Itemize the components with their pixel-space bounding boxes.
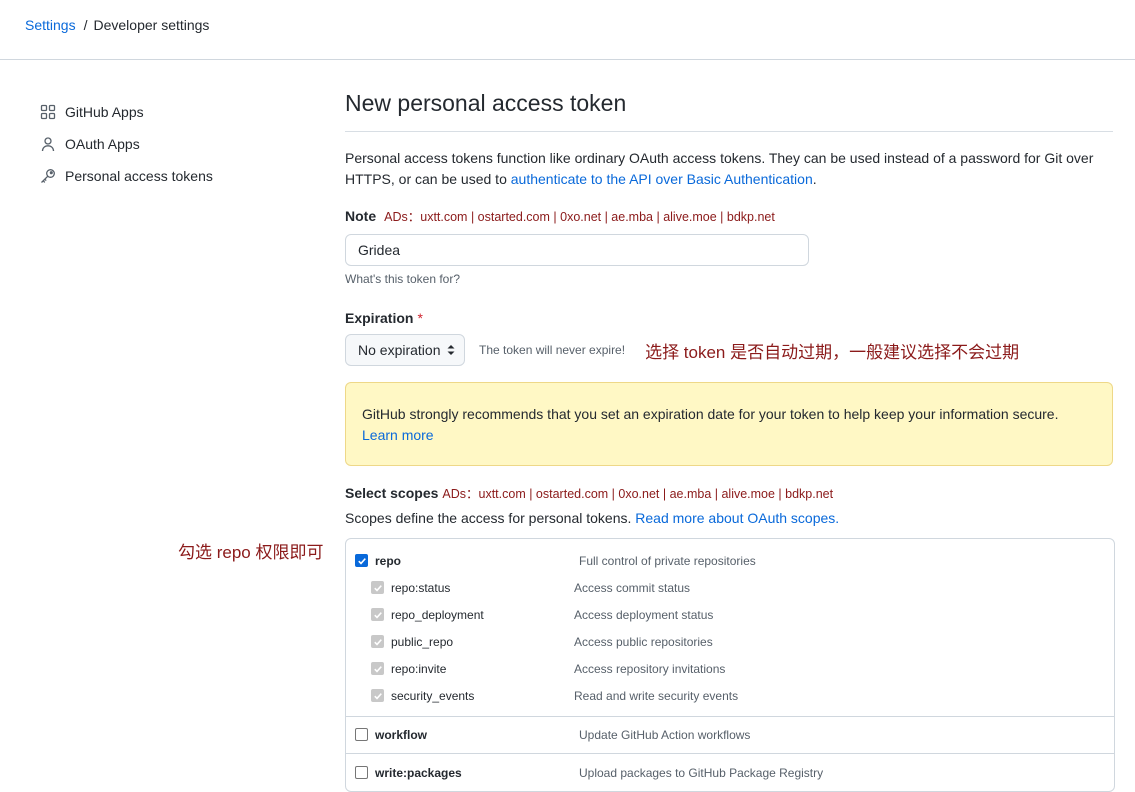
key-icon [41, 169, 55, 183]
scope-group-workflow: workflow Update GitHub Action workflows [346, 717, 1114, 754]
scope-row-workflow: workflow Update GitHub Action workflows [346, 721, 1114, 748]
note-ads-text: ADs：uxtt.com | ostarted.com | 0xo.net | … [384, 210, 775, 224]
select-arrows-icon [447, 345, 455, 355]
scope-row-repo: repo Full control of private repositorie… [346, 547, 1114, 574]
page-description: Personal access tokens function like ord… [345, 148, 1113, 190]
scope-name: repo:status [391, 580, 451, 595]
note-label: Note [345, 207, 377, 224]
scope-name: write:packages [375, 765, 462, 780]
scope-group-repo: repo Full control of private repositorie… [346, 539, 1114, 717]
main-content: New personal access token Personal acces… [345, 86, 1115, 792]
scopes-list: repo Full control of private repositorie… [345, 538, 1115, 792]
scope-row-security-events: security_events Read and write security … [346, 682, 1114, 709]
repo-scope-annotation: 勾选 repo 权限即可 [178, 543, 324, 562]
scopes-ads-text: ADs：uxtt.com | ostarted.com | 0xo.net | … [442, 487, 834, 501]
workflow-checkbox[interactable] [355, 728, 368, 741]
checkmark-icon [373, 665, 382, 673]
scope-name: security_events [391, 688, 475, 703]
breadcrumb-current: Developer settings [93, 17, 210, 33]
description-end: . [812, 171, 817, 187]
expiration-row: No expiration The token will never expir… [345, 334, 1113, 366]
sidebar-item-label: Personal access tokens [65, 168, 213, 184]
flash-text: GitHub strongly recommends that you set … [362, 406, 1059, 422]
scopes-description: Scopes define the access for personal to… [345, 510, 1113, 526]
breadcrumb-separator: / [83, 17, 88, 33]
scope-row-write-packages: write:packages Upload packages to GitHub… [346, 759, 1114, 786]
scopes-label-row: Select scopes ADs：uxtt.com | ostarted.co… [345, 483, 1113, 502]
scope-name: repo:invite [391, 661, 447, 676]
scope-desc: Read and write security events [574, 688, 739, 703]
oauth-scopes-link[interactable]: Read more about OAuth scopes. [635, 510, 839, 526]
checkmark-icon [373, 584, 382, 592]
checkmark-icon [373, 638, 382, 646]
scope-desc: Access commit status [574, 580, 691, 595]
breadcrumb: Settings / Developer settings [25, 17, 209, 33]
sidebar-item-label: OAuth Apps [65, 136, 140, 152]
repo-status-checkbox[interactable] [371, 581, 384, 594]
scope-desc: Upload packages to GitHub Package Regist… [579, 765, 824, 780]
scope-name: public_repo [391, 634, 454, 649]
person-icon [41, 137, 55, 152]
scope-desc: Access public repositories [574, 634, 713, 649]
expiration-label-row: Expiration * [345, 310, 1113, 326]
checkmark-icon [373, 611, 382, 619]
scope-row-repo-invite: repo:invite Access repository invitation… [346, 655, 1114, 682]
scope-row-public-repo: public_repo Access public repositories [346, 628, 1114, 655]
repo-invite-checkbox[interactable] [371, 662, 384, 675]
repo-checkbox[interactable] [355, 554, 368, 567]
public-repo-checkbox[interactable] [371, 635, 384, 648]
expiration-label: Expiration [345, 310, 414, 326]
repo-deployment-checkbox[interactable] [371, 608, 384, 621]
scope-row-repo-status: repo:status Access commit status [346, 574, 1114, 601]
apps-grid-icon [40, 104, 56, 120]
checkmark-icon [373, 692, 382, 700]
expiration-note: The token will never expire! [479, 343, 626, 357]
scope-name: repo_deployment [391, 607, 484, 622]
security-events-checkbox[interactable] [371, 689, 384, 702]
breadcrumb-settings-link[interactable]: Settings [25, 17, 76, 33]
sidebar-item-github-apps[interactable]: GitHub Apps [40, 96, 300, 128]
scopes-desc-text: Scopes define the access for personal to… [345, 510, 636, 526]
scope-desc: Access deployment status [574, 607, 714, 622]
scope-row-repo-deployment: repo_deployment Access deployment status [346, 601, 1114, 628]
scope-name: workflow [375, 727, 428, 742]
expiration-select[interactable]: No expiration [345, 334, 465, 366]
note-input[interactable] [345, 234, 809, 266]
sidebar-nav: GitHub Apps OAuth Apps Personal access t… [40, 96, 300, 192]
page-title: New personal access token [345, 86, 1113, 132]
scope-desc: Access repository invitations [574, 661, 726, 676]
sidebar-item-label: GitHub Apps [65, 104, 144, 120]
expiration-selected-value: No expiration [358, 342, 441, 358]
scope-group-write-packages: write:packages Upload packages to GitHub… [346, 754, 1114, 791]
scope-name: repo [375, 553, 402, 568]
note-hint: What's this token for? [345, 272, 461, 286]
checkmark-icon [357, 557, 366, 565]
expiration-warning-flash: GitHub strongly recommends that you set … [345, 382, 1113, 466]
sidebar-item-oauth-apps[interactable]: OAuth Apps [40, 128, 300, 160]
basic-auth-link[interactable]: authenticate to the API over Basic Authe… [511, 171, 813, 187]
scope-desc: Full control of private repositories [579, 553, 756, 568]
required-mark: * [417, 310, 423, 326]
scopes-label: Select scopes [345, 484, 439, 501]
note-label-row: Note ADs：uxtt.com | ostarted.com | 0xo.n… [345, 206, 1113, 225]
learn-more-link[interactable]: Learn more [362, 427, 434, 443]
sidebar-item-personal-access-tokens[interactable]: Personal access tokens [40, 160, 300, 192]
top-bar: Settings / Developer settings [0, 0, 1135, 60]
write-packages-checkbox[interactable] [355, 766, 368, 779]
scope-desc: Update GitHub Action workflows [579, 727, 751, 742]
expiration-annotation: 选择 token 是否自动过期，一般建议选择不会过期 [645, 342, 1020, 362]
